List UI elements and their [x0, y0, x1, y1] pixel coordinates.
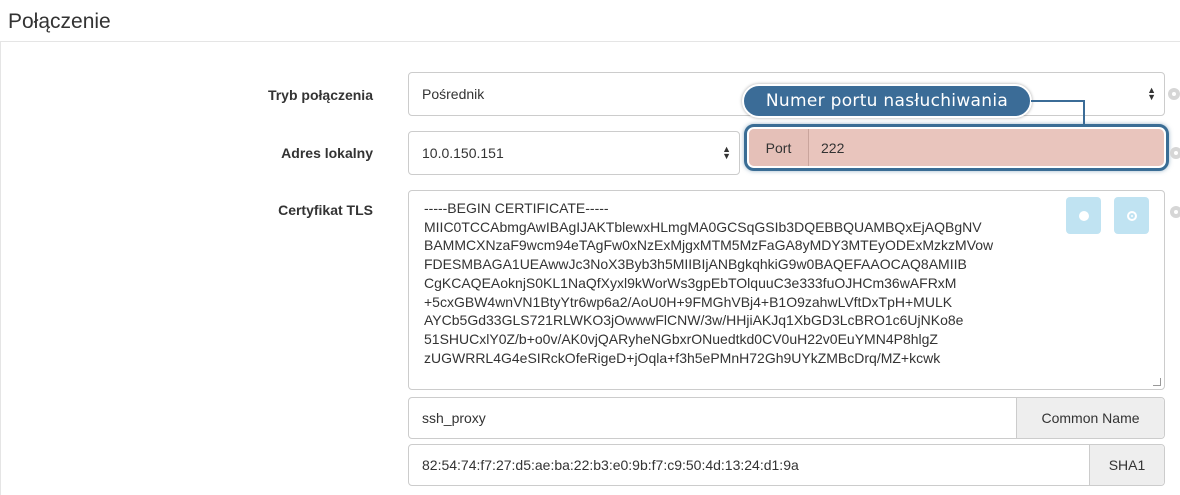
gear-icon[interactable] — [1168, 88, 1180, 100]
port-highlight: Port 222 — [744, 124, 1169, 171]
certificate-settings-button[interactable] — [1066, 197, 1101, 234]
gear-icon[interactable] — [1170, 206, 1180, 218]
upload-icon — [1126, 210, 1137, 221]
up-down-arrows-icon: ▲ ▼ — [722, 144, 731, 161]
sha1-value: 82:54:74:f7:27:d5:ae:ba:22:b3:e0:9b:f7:c… — [422, 457, 799, 473]
connection-mode-value: Pośrednik — [422, 86, 485, 102]
certificate-line: BAMMCXNzaF9wcm94eTAgFw0xNzExMjgxMTM5MzFa… — [424, 237, 994, 254]
title-divider — [0, 41, 1180, 42]
gear-icon[interactable] — [1170, 147, 1180, 159]
certificate-textarea[interactable]: -----BEGIN CERTIFICATE----- MIIC0TCCAbmg… — [408, 190, 1165, 390]
common-name-field: ssh_proxy Common Name — [408, 397, 1165, 439]
tooltip-connector — [1083, 100, 1085, 124]
certificate-upload-button[interactable] — [1114, 197, 1149, 234]
local-address-value: 10.0.150.151 — [422, 145, 504, 161]
local-address-select[interactable]: 10.0.150.151 ▲ ▼ — [408, 131, 740, 175]
tls-certificate-label: Certyfikat TLS — [278, 202, 373, 218]
up-down-arrows-icon: ▲ ▼ — [1147, 85, 1156, 102]
certificate-line: -----BEGIN CERTIFICATE----- — [424, 200, 609, 216]
sha1-field: 82:54:74:f7:27:d5:ae:ba:22:b3:e0:9b:f7:c… — [408, 444, 1165, 486]
common-name-value: ssh_proxy — [422, 410, 486, 426]
settings-icon — [1078, 210, 1089, 221]
certificate-line: AYCb5Gd33GLS721RLWKO3jOwwwFlCNW/3w/HHjiA… — [424, 312, 964, 329]
left-border — [0, 42, 1, 495]
certificate-line: MIIC0TCCAbmgAwIBAgIJAKTblewxHLmgMA0GCSqG… — [424, 218, 982, 235]
certificate-line: CgKCAQEAoknjS0KL1NaQfXyxl9kWorWs3gpEbTOl… — [424, 274, 957, 291]
sha1-label: SHA1 — [1089, 445, 1164, 485]
certificate-line: zUGWRRL4G4eSIRckOfeRigeD+jOqla+f3h5ePMnH… — [424, 349, 941, 366]
common-name-label: Common Name — [1016, 398, 1164, 438]
connection-mode-label: Tryb połączenia — [267, 87, 373, 103]
section-title: Połączenie — [8, 10, 111, 33]
port-input[interactable]: 222 — [809, 129, 1164, 166]
port-label: Port — [749, 129, 809, 166]
port-tooltip: Numer portu nasłuchiwania — [742, 84, 1032, 118]
port-input-group: Port 222 — [749, 129, 1164, 166]
certificate-line: FDESMBAGA1UEAwwJc3NoX3Byb3h5MIIBIjANBgkq… — [424, 256, 967, 273]
local-address-label: Adres lokalny — [281, 145, 373, 161]
certificate-line: +5cxGBW4wnVN1BtyYtr6wp6a2/AoU0H+9FMGhVBj… — [424, 293, 953, 310]
resize-handle-icon[interactable] — [1153, 378, 1161, 386]
certificate-line: 51SHUCxlY0Z/b+o0v/AK0vjQARyheNGbxrONuedt… — [424, 330, 938, 347]
tooltip-connector — [1031, 100, 1085, 102]
